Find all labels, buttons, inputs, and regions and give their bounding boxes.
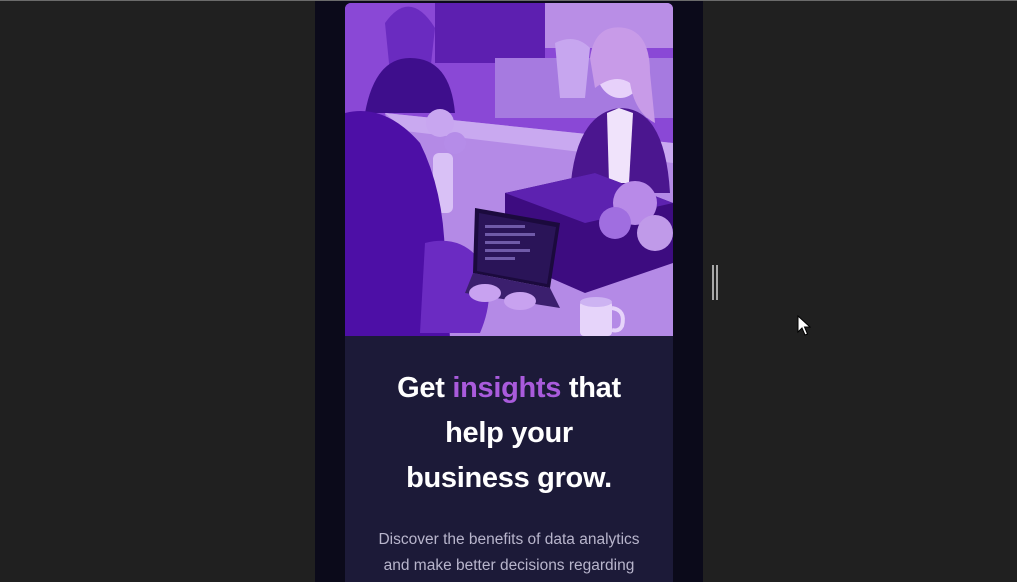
card-content: Get insights that help your business gro… bbox=[345, 336, 673, 582]
resize-handle-icon[interactable] bbox=[711, 265, 719, 300]
stats-preview-card: Get insights that help your business gro… bbox=[345, 3, 673, 582]
headline-line2: help your bbox=[445, 417, 573, 449]
resize-grip-bar bbox=[716, 265, 718, 300]
headline-highlight: insights bbox=[452, 372, 562, 404]
headline-suffix: that bbox=[561, 372, 621, 404]
description: Discover the benefits of data analytics … bbox=[378, 531, 640, 574]
resize-grip-bar bbox=[712, 265, 714, 300]
hero-image bbox=[345, 3, 673, 336]
headline-line3: business grow. bbox=[406, 462, 612, 494]
mouse-pointer-icon bbox=[797, 315, 811, 336]
office-photo-illustration bbox=[345, 3, 673, 336]
preview-viewport: Get insights that help your business gro… bbox=[315, 1, 703, 582]
headline-prefix: Get bbox=[397, 372, 453, 404]
headline: Get insights that help your business gro… bbox=[373, 366, 645, 501]
